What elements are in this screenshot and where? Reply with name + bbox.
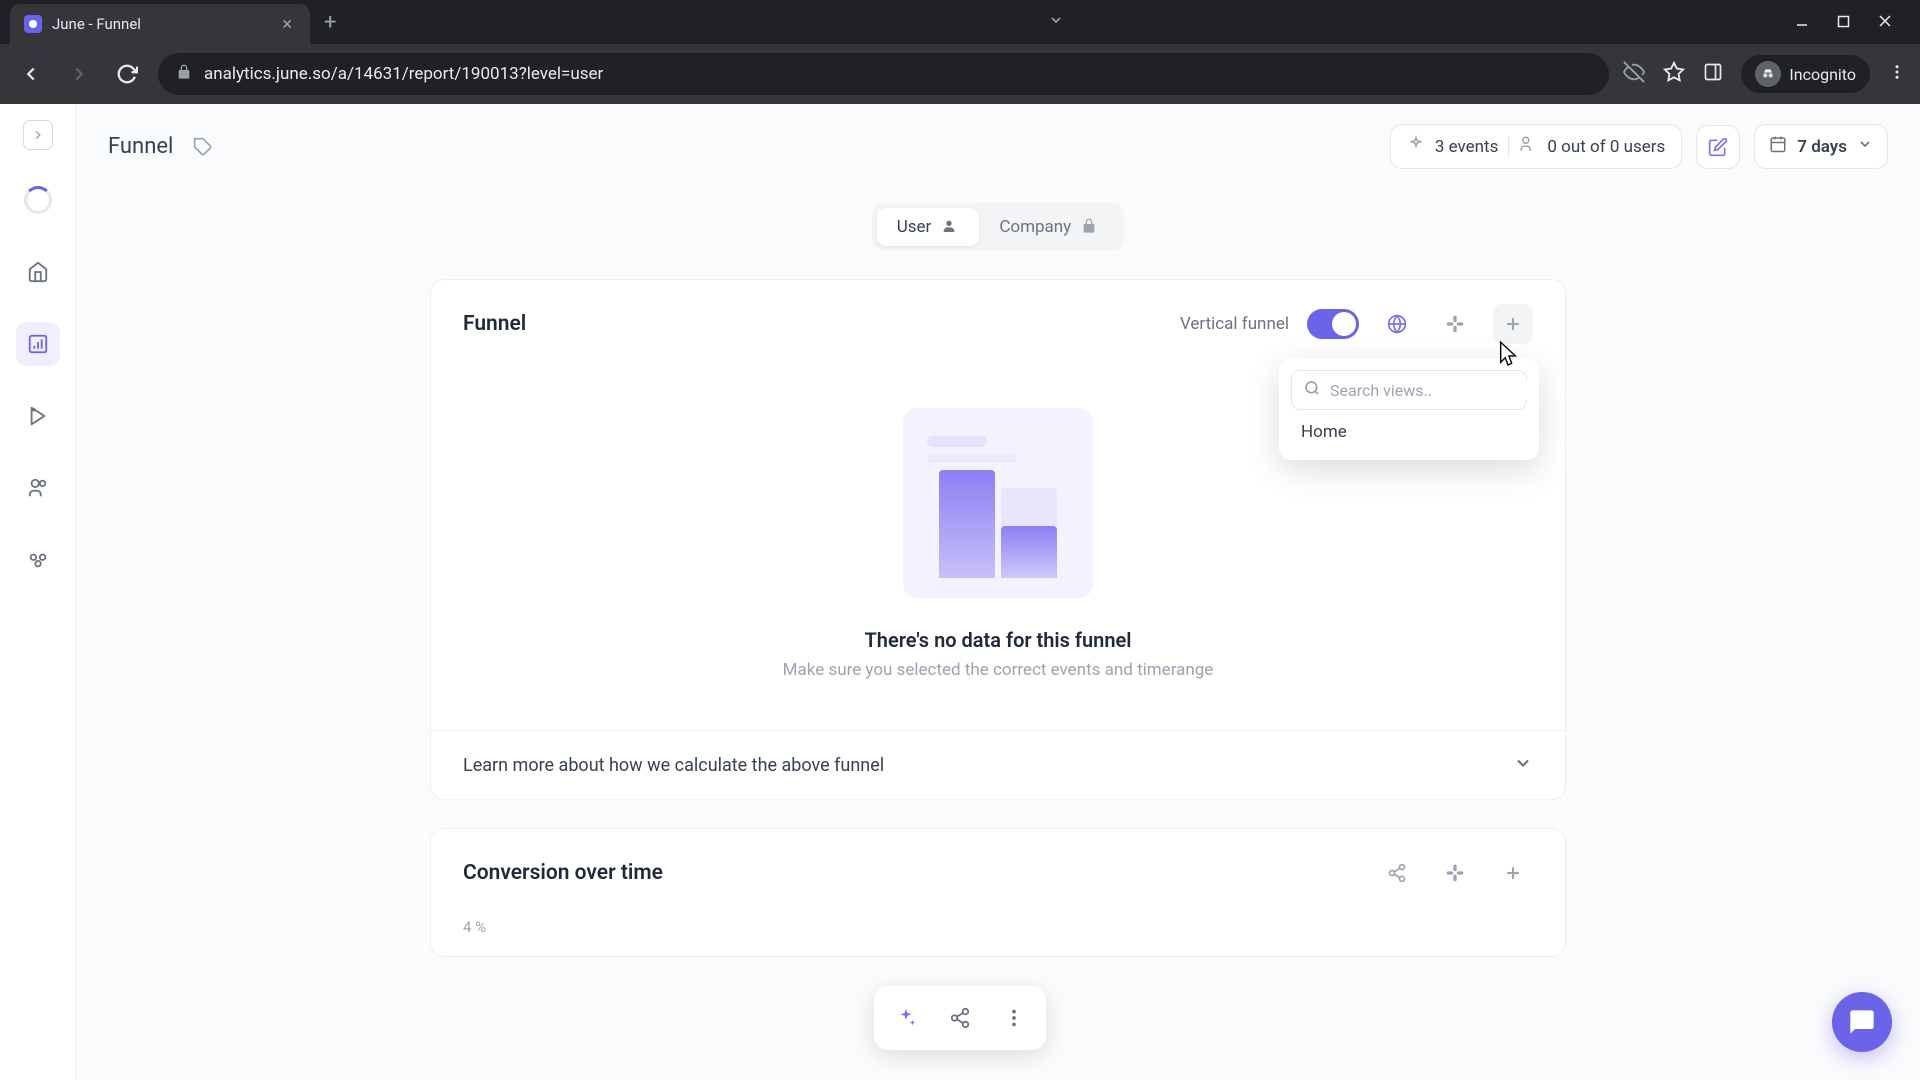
plus-icon[interactable] (1493, 853, 1533, 893)
user-icon (941, 218, 959, 236)
vertical-funnel-label: Vertical funnel (1180, 314, 1289, 334)
add-view-button[interactable] (1493, 304, 1533, 344)
conversion-card-title: Conversion over time (463, 861, 663, 885)
reload-button[interactable] (110, 57, 144, 91)
level-segmented: User Company (76, 203, 1920, 251)
segmented-wrapper: User Company (872, 203, 1124, 251)
main-content: Funnel 3 events 0 out of 0 users 7 days (76, 104, 1920, 1080)
separator (1508, 136, 1509, 158)
conversion-chart: 4 % (431, 917, 1565, 956)
window-controls (1795, 13, 1910, 32)
nav-bar: analytics.june.so/a/14631/report/190013?… (0, 44, 1920, 104)
sidebar-item-reports[interactable] (16, 322, 60, 366)
users-icon (1519, 135, 1537, 158)
date-label: 7 days (1797, 137, 1847, 157)
conversion-card-header: Conversion over time (431, 829, 1565, 917)
tab-favicon (24, 15, 42, 33)
learn-more-text: Learn more about how we calculate the ab… (463, 755, 884, 776)
segment-company-label: Company (999, 217, 1071, 237)
page-header: Funnel 3 events 0 out of 0 users 7 days (76, 104, 1920, 189)
users-count: 0 out of 0 users (1547, 137, 1665, 157)
browser-chrome: June - Funnel × + analytics.june.so/a/14… (0, 0, 1920, 104)
incognito-label: Incognito (1789, 65, 1856, 84)
chevron-down-icon (1857, 136, 1873, 157)
slack-icon[interactable] (1435, 304, 1475, 344)
tab-bar: June - Funnel × + (0, 0, 1920, 44)
close-icon[interactable]: × (278, 14, 296, 35)
funnel-card-title: Funnel (463, 312, 526, 336)
kebab-icon[interactable] (1888, 63, 1906, 85)
incognito-indicator[interactable]: Incognito (1741, 55, 1870, 93)
slack-icon[interactable] (1435, 853, 1475, 893)
eye-off-icon[interactable] (1623, 61, 1645, 87)
funnel-card-header: Funnel Vertical funnel Home (431, 280, 1565, 368)
incognito-icon (1755, 61, 1781, 87)
sidebar-item-companies[interactable] (16, 538, 60, 582)
conversion-card: Conversion over time 4 % (430, 828, 1566, 957)
edit-button[interactable] (1696, 125, 1740, 169)
nav-right: Incognito (1623, 55, 1906, 93)
star-icon[interactable] (1663, 61, 1685, 87)
panel-icon[interactable] (1703, 62, 1723, 86)
y-axis-label: 4 % (463, 918, 486, 936)
forward-button[interactable] (62, 57, 96, 91)
sidebar (0, 104, 76, 1080)
funnel-card: Funnel Vertical funnel Home (430, 279, 1566, 800)
app-root: Funnel 3 events 0 out of 0 users 7 days (0, 104, 1920, 1080)
minimize-icon[interactable] (1795, 13, 1809, 32)
sparkle-icon (1407, 135, 1425, 158)
window-close-icon[interactable] (1878, 13, 1892, 32)
url-text: analytics.june.so/a/14631/report/190013?… (204, 64, 603, 84)
more-button[interactable] (990, 994, 1038, 1042)
sidebar-item-events[interactable] (16, 394, 60, 438)
events-count: 3 events (1435, 137, 1499, 157)
empty-title: There's no data for this funnel (865, 628, 1132, 652)
view-option-home[interactable]: Home (1291, 410, 1527, 448)
browser-tab[interactable]: June - Funnel × (10, 4, 310, 44)
lock-icon (1081, 218, 1099, 236)
sidebar-toggle[interactable] (23, 120, 53, 150)
funnel-illustration (903, 408, 1093, 598)
sidebar-item-loading (16, 178, 60, 222)
chat-bubble[interactable] (1832, 992, 1892, 1052)
sidebar-item-home[interactable] (16, 250, 60, 294)
tag-icon[interactable] (189, 133, 217, 161)
sidebar-item-users[interactable] (16, 466, 60, 510)
lock-icon (176, 64, 192, 84)
maximize-icon[interactable] (1837, 13, 1850, 32)
funnel-card-actions: Vertical funnel (1180, 304, 1533, 344)
views-search-input[interactable] (1330, 381, 1533, 400)
back-button[interactable] (14, 57, 48, 91)
events-users-pill[interactable]: 3 events 0 out of 0 users (1390, 124, 1682, 169)
views-popup: Home (1279, 358, 1539, 460)
tab-title: June - Funnel (52, 15, 278, 33)
search-icon (1304, 380, 1320, 400)
conversion-card-actions (1377, 853, 1533, 893)
share-icon[interactable] (1377, 853, 1417, 893)
tabs-chevron-icon[interactable] (1048, 12, 1064, 32)
address-bar[interactable]: analytics.june.so/a/14631/report/190013?… (158, 53, 1609, 95)
date-range-picker[interactable]: 7 days (1754, 124, 1888, 169)
ai-button[interactable] (882, 994, 930, 1042)
segment-company[interactable]: Company (979, 208, 1119, 246)
empty-subtitle: Make sure you selected the correct event… (783, 660, 1214, 680)
segment-user[interactable]: User (877, 208, 980, 246)
floating-actions (874, 986, 1046, 1050)
page-title: Funnel (108, 134, 173, 159)
content-area: Funnel Vertical funnel Home (398, 279, 1598, 957)
calendar-icon (1769, 135, 1787, 158)
share-button[interactable] (936, 994, 984, 1042)
new-tab-button[interactable]: + (324, 10, 336, 35)
globe-icon[interactable] (1377, 304, 1417, 344)
chevron-down-icon (1513, 753, 1533, 777)
header-controls: 3 events 0 out of 0 users 7 days (1390, 124, 1888, 169)
segment-user-label: User (897, 217, 932, 237)
vertical-funnel-toggle[interactable] (1307, 309, 1359, 339)
views-search[interactable] (1291, 370, 1527, 410)
learn-more-row[interactable]: Learn more about how we calculate the ab… (431, 730, 1565, 799)
